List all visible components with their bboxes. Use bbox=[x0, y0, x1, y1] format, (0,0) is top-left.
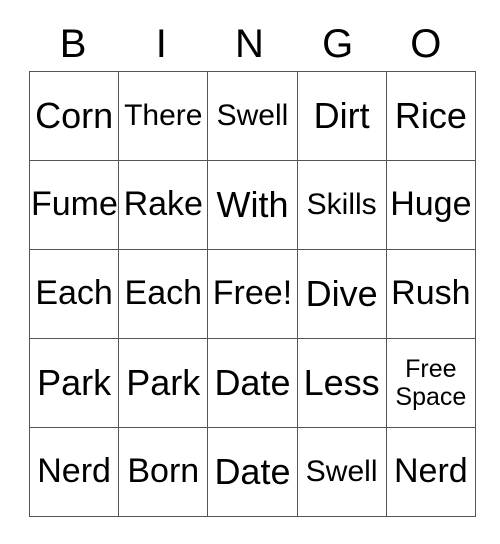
bingo-cell[interactable]: Each bbox=[28, 249, 120, 339]
bingo-cell-label: Nerd bbox=[393, 452, 468, 491]
bingo-cell-label: Born bbox=[127, 452, 200, 491]
bingo-row: Nerd Born Date Swell Nerd bbox=[28, 427, 476, 517]
bingo-cell[interactable]: Swell bbox=[296, 427, 387, 517]
bingo-row: Each Each Free! Dive Rush bbox=[28, 249, 476, 339]
bingo-header-row: B I N G O bbox=[29, 20, 470, 71]
bingo-header-letter-n: N bbox=[235, 22, 264, 66]
bingo-cell-label: Corn bbox=[35, 95, 114, 137]
bingo-cell[interactable]: Huge bbox=[385, 160, 476, 250]
bingo-cell[interactable]: Free! bbox=[207, 249, 298, 339]
bingo-cell-label: Swell bbox=[305, 455, 378, 489]
bingo-cell-label: Date bbox=[214, 362, 291, 404]
bingo-header-letter-b: B bbox=[59, 22, 87, 66]
bingo-cell-label: Each bbox=[124, 274, 203, 313]
bingo-grid: Corn There Swell Dirt Rice Fume Rake Wit… bbox=[28, 71, 476, 517]
bingo-cell-label: Park bbox=[126, 362, 201, 404]
bingo-cell-free-space[interactable]: Free Space bbox=[385, 338, 476, 428]
bingo-cell-label: Date bbox=[214, 451, 291, 493]
bingo-row: Park Park Date Less Free Space bbox=[28, 338, 476, 428]
bingo-cell-label: Fume bbox=[31, 185, 118, 224]
bingo-cell[interactable]: Corn bbox=[28, 71, 120, 161]
bingo-cell[interactable]: Rush bbox=[385, 249, 476, 339]
bingo-row: Fume Rake With Skills Huge bbox=[28, 160, 476, 250]
bingo-cell[interactable]: With bbox=[207, 160, 298, 250]
bingo-cell[interactable]: Dive bbox=[296, 249, 387, 339]
bingo-header-letter-g: G bbox=[322, 22, 354, 66]
bingo-cell-label: Skills bbox=[306, 188, 377, 222]
bingo-cell[interactable]: Date bbox=[207, 338, 298, 428]
bingo-cell[interactable]: Park bbox=[28, 338, 120, 428]
bingo-cell-label: With bbox=[216, 184, 289, 226]
bingo-cell-label: Rush bbox=[391, 274, 471, 313]
bingo-cell[interactable]: Rake bbox=[118, 160, 209, 250]
bingo-cell-label: Less bbox=[303, 362, 380, 404]
bingo-cell-label: Free! bbox=[212, 274, 293, 313]
bingo-cell[interactable]: Born bbox=[118, 427, 209, 517]
bingo-cell[interactable]: There bbox=[118, 71, 209, 161]
bingo-cell[interactable]: Dirt bbox=[296, 71, 387, 161]
bingo-cell-label: There bbox=[124, 99, 203, 133]
bingo-cell[interactable]: Each bbox=[118, 249, 209, 339]
bingo-cell[interactable]: Fume bbox=[28, 160, 120, 250]
bingo-cell[interactable]: Skills bbox=[296, 160, 387, 250]
bingo-row: Corn There Swell Dirt Rice bbox=[28, 71, 476, 161]
bingo-cell-label: Each bbox=[35, 274, 113, 313]
bingo-cell[interactable]: Nerd bbox=[385, 427, 476, 517]
bingo-cell[interactable]: Date bbox=[207, 427, 298, 517]
bingo-cell[interactable]: Nerd bbox=[28, 427, 120, 517]
bingo-cell[interactable]: Park bbox=[118, 338, 209, 428]
bingo-header-letter-o: O bbox=[410, 22, 442, 66]
bingo-cell-label: Swell bbox=[216, 99, 289, 133]
bingo-cell-label: Dive bbox=[305, 273, 378, 315]
bingo-header-letter-i: I bbox=[155, 22, 167, 66]
bingo-cell-label: Free Space bbox=[395, 355, 467, 411]
bingo-cell[interactable]: Rice bbox=[385, 71, 476, 161]
bingo-cell-label: Nerd bbox=[37, 452, 111, 491]
bingo-cell-label: Dirt bbox=[313, 95, 370, 137]
bingo-card: B I N G O Corn There Swell Dirt Rice Fum… bbox=[28, 20, 476, 517]
bingo-cell-label: Huge bbox=[390, 185, 472, 224]
bingo-cell-label: Rake bbox=[123, 185, 203, 224]
bingo-cell-label: Rice bbox=[394, 95, 467, 137]
bingo-cell-label: Park bbox=[37, 362, 112, 404]
bingo-cell[interactable]: Less bbox=[296, 338, 387, 428]
bingo-cell[interactable]: Swell bbox=[207, 71, 298, 161]
